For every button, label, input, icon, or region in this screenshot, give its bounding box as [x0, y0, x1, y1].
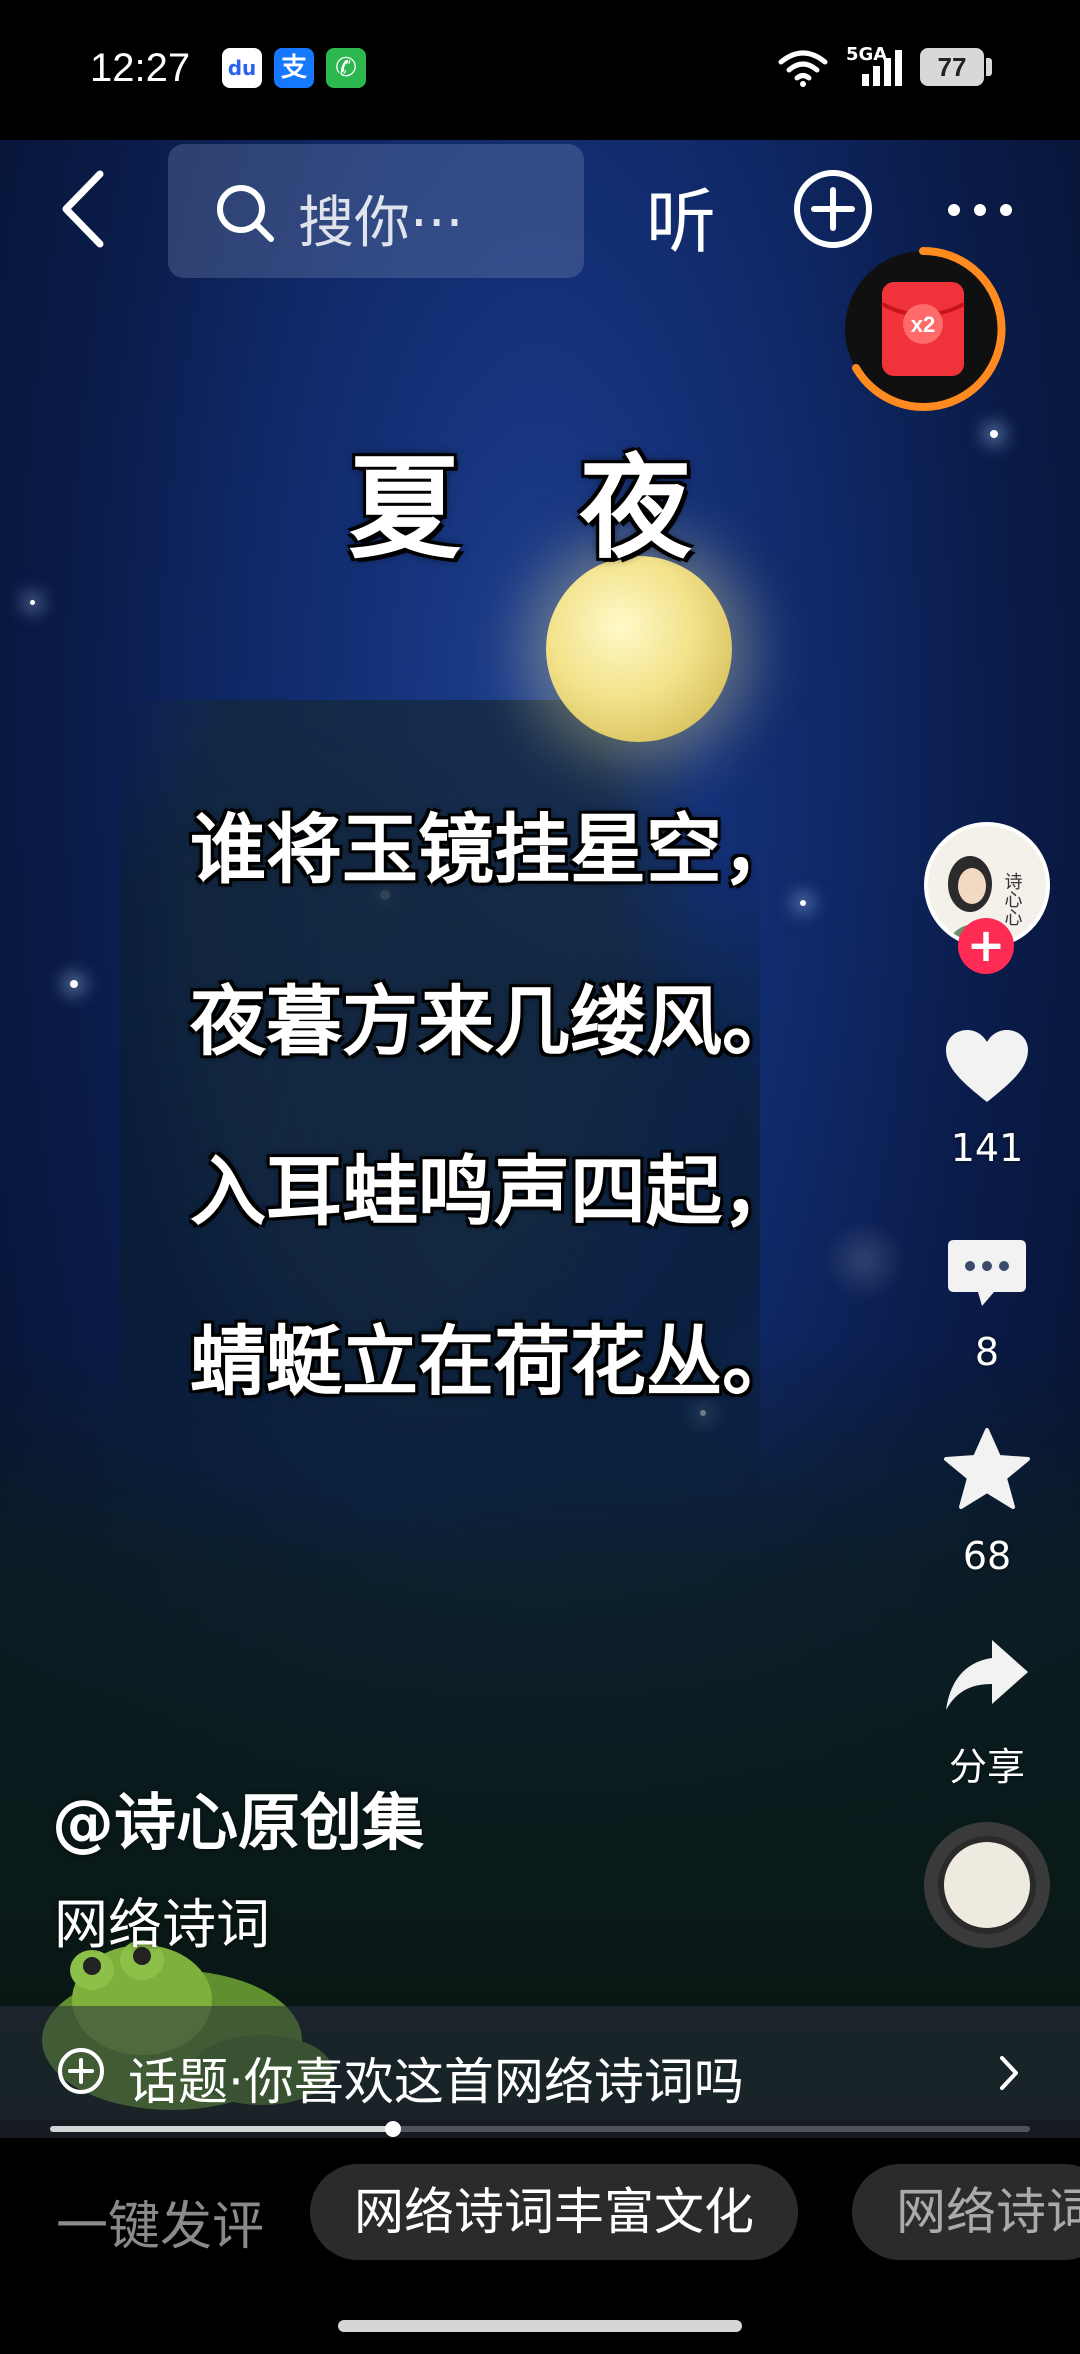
like-icon[interactable] [942, 1026, 1032, 1106]
video-description: 网络诗词 [54, 1893, 270, 1956]
moon [546, 556, 732, 742]
star [30, 600, 35, 605]
bottom-bar: 一键发评 网络诗词丰富文化 网络诗词 [0, 2138, 1080, 2354]
search-box[interactable]: 搜你··· [168, 144, 584, 278]
red-packet-icon[interactable]: x2 [838, 244, 1008, 414]
baidu-app-icon: du [222, 48, 262, 88]
status-time: 12:27 [90, 46, 191, 90]
music-cover [944, 1842, 1030, 1928]
comment-icon[interactable] [944, 1236, 1030, 1310]
more-icon[interactable] [944, 200, 1016, 220]
phone-app-icon: ✆ [326, 48, 366, 88]
signal-icon [862, 50, 902, 86]
back-icon[interactable] [58, 168, 108, 250]
author-name[interactable]: @诗心原创集 [52, 1772, 424, 1862]
chevron-right-icon [1000, 2056, 1018, 2090]
topic-plus-icon [58, 2048, 104, 2094]
search-icon [217, 185, 274, 242]
battery-tip [986, 58, 992, 76]
share-label: 分享 [948, 1745, 1025, 1789]
poem-line: 蜻蜓立在荷花丛。 [190, 1317, 798, 1406]
progress-fill [50, 2126, 393, 2132]
wifi-icon [778, 50, 828, 87]
comment-chip[interactable]: 网络诗词 [852, 2164, 1080, 2260]
poem-line: 入耳蛙鸣声四起， [190, 1147, 798, 1236]
battery-level: 77 [920, 48, 984, 86]
add-circle-icon[interactable] [792, 168, 874, 250]
star [800, 900, 806, 906]
listen-button[interactable]: 听 [646, 166, 716, 267]
alipay-app-icon: 支 [274, 48, 314, 88]
comment-count: 8 [974, 1330, 1000, 1374]
status-bar: 12:27 du 支 ✆ 5GA 77 [0, 0, 1080, 140]
music-disc[interactable] [924, 1822, 1050, 1948]
poem-title: 夏 夜 [348, 444, 732, 574]
star [70, 980, 78, 988]
favorite-star-icon[interactable] [942, 1426, 1032, 1512]
follow-button[interactable]: + [958, 918, 1014, 974]
poem-line: 谁将玉镜挂星空， [190, 805, 798, 894]
topic-bar[interactable]: 话题·你喜欢这首网络诗词吗 [0, 2006, 1080, 2138]
comment-chip[interactable]: 网络诗词丰富文化 [310, 2164, 798, 2260]
home-indicator[interactable] [338, 2320, 742, 2332]
poem-line: 夜暮方来几缕风。 [190, 977, 798, 1066]
like-count: 141 [950, 1126, 1024, 1170]
quick-comment-label: 一键发评 [56, 2197, 265, 2257]
search-placeholder: 搜你··· [298, 191, 464, 256]
topic-text: 话题·你喜欢这首网络诗词吗 [128, 2053, 744, 2111]
share-icon[interactable] [942, 1636, 1032, 1716]
progress-knob[interactable] [385, 2121, 401, 2137]
favorite-count: 68 [962, 1534, 1012, 1578]
red-packet-badge: x2 [911, 312, 935, 337]
video-progress[interactable] [50, 2121, 1030, 2137]
